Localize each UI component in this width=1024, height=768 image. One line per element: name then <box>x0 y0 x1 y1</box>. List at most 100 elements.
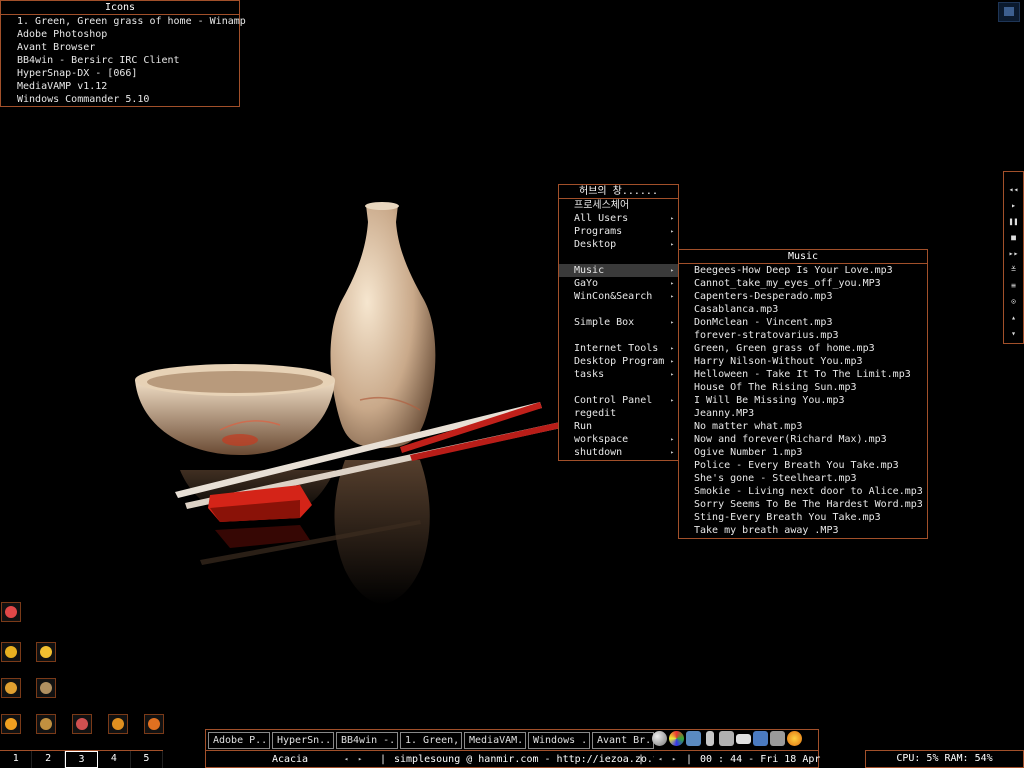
root-menu-item[interactable]: Programs ▸ <box>559 225 678 238</box>
music-track-item[interactable]: DonMclean - Vincent.mp3 <box>679 316 927 329</box>
workspace-button[interactable]: 4 <box>98 751 131 768</box>
root-menu-item[interactable]: tasks ▸ <box>559 368 678 381</box>
submenu-arrow-icon: ▸ <box>670 371 674 378</box>
music-track-item[interactable]: Police - Every Breath You Take.mp3 <box>679 459 927 472</box>
music-track-item[interactable]: Cannot_take_my_eyes_off_you.MP3 <box>679 277 927 290</box>
tools-icon[interactable] <box>36 678 56 698</box>
shuffle-button[interactable]: ⊙ <box>1004 294 1023 310</box>
next-window-arrow-icon[interactable]: ▸ <box>672 752 676 767</box>
stop-button[interactable]: ■ <box>1004 230 1023 246</box>
icons-panel-title: Icons <box>1 1 239 15</box>
music-track-item[interactable]: Jeanny.MP3 <box>679 407 927 420</box>
network-tray-icon[interactable] <box>753 731 768 746</box>
music-track-item[interactable]: Sorry Seems To Be The Hardest Word.mp3 <box>679 498 927 511</box>
taskbar-task-button[interactable]: 1. Green,... <box>400 732 462 749</box>
root-menu-item[interactable]: workspace ▸ <box>559 433 678 446</box>
taskbar-task-button[interactable]: BB4win -... <box>336 732 398 749</box>
folder-icon[interactable] <box>1 678 21 698</box>
root-menu-item[interactable]: Desktop Program ▸ <box>559 355 678 368</box>
clock: 00 : 44 - Fri 18 Apr <box>700 754 821 765</box>
workspace-button[interactable]: 1 <box>0 751 33 768</box>
taskbar-info-row: Acacia ◂ ▸ | simplesoung @ hanmir.com - … <box>206 750 821 767</box>
bomb-icon[interactable] <box>72 714 92 734</box>
root-menu-item[interactable]: All Users ▸ <box>559 212 678 225</box>
music-track-item[interactable]: She's gone - Steelheart.mp3 <box>679 472 927 485</box>
network-icon[interactable] <box>36 714 56 734</box>
root-menu-item[interactable]: GaYo ▸ <box>559 277 678 290</box>
submenu-arrow-icon: ▸ <box>670 345 674 352</box>
messenger-icon[interactable] <box>36 642 56 662</box>
root-menu-item[interactable]: Run <box>559 420 678 433</box>
music-track-item[interactable]: Capenters-Desperado.mp3 <box>679 290 927 303</box>
workspace-button[interactable]: 2 <box>32 751 65 768</box>
taskbar-task-button[interactable]: HyperSn... <box>272 732 334 749</box>
volume-up-button[interactable]: ▴ <box>1004 310 1023 326</box>
volume-down-button[interactable]: ▾ <box>1004 326 1023 342</box>
taskbar-task-button[interactable]: MediaVAM... <box>464 732 526 749</box>
pause-button[interactable]: ❚❚ <box>1004 214 1023 230</box>
root-menu-item-label: tasks <box>574 369 605 380</box>
root-menu-item-label: Simple Box <box>574 317 635 328</box>
mail-tray-icon[interactable] <box>736 734 751 744</box>
root-menu-item[interactable]: shutdown ▸ <box>559 446 678 459</box>
lightning-icon[interactable] <box>108 714 128 734</box>
icons-panel-item[interactable]: Windows Commander 5.10 <box>1 93 239 106</box>
prev-window-arrow-icon[interactable]: ◂ <box>658 752 662 767</box>
root-menu-item[interactable]: WinCon&Search ▸ <box>559 290 678 303</box>
music-track-item[interactable]: I Will Be Missing You.mp3 <box>679 394 927 407</box>
icons-panel-item[interactable]: HyperSnap-DX - [066] <box>1 67 239 80</box>
music-track-item[interactable]: Helloween - Take It To The Limit.mp3 <box>679 368 927 381</box>
workspace-button[interactable]: 3 <box>64 751 99 768</box>
icons-panel-item[interactable]: Adobe Photoshop <box>1 28 239 41</box>
music-track-item[interactable]: Casablanca.mp3 <box>679 303 927 316</box>
eject-button[interactable]: ≚ <box>1004 262 1023 278</box>
playlist-button[interactable]: ≡ <box>1004 278 1023 294</box>
msn-tray-icon[interactable] <box>669 731 684 746</box>
taskbar-task-button[interactable]: Avant Br... <box>592 732 654 749</box>
submenu-arrow-icon: ▸ <box>670 449 674 456</box>
root-menu-item[interactable]: Control Panel ▸ <box>559 394 678 407</box>
sun-tray-icon[interactable] <box>787 731 802 746</box>
sync-tray-icon[interactable] <box>719 731 734 746</box>
prev-workspace-arrow-icon[interactable]: ◂ <box>344 752 348 767</box>
music-track-item[interactable]: Sting-Every Breath You Take.mp3 <box>679 511 927 524</box>
icons-panel-item[interactable]: Avant Browser <box>1 41 239 54</box>
music-track-item[interactable]: Green, Green grass of home.mp3 <box>679 342 927 355</box>
music-track-item[interactable]: Harry Nilson-Without You.mp3 <box>679 355 927 368</box>
media-control-bar: ◂◂ ▸ ❚❚ ■ ▸▸ ≚ ≡ ⊙ ▴ ▾ <box>1003 171 1024 344</box>
next-workspace-arrow-icon[interactable]: ▸ <box>358 752 362 767</box>
taskbar-task-button[interactable]: Windows ... <box>528 732 590 749</box>
root-menu-item[interactable]: Internet Tools ▸ <box>559 342 678 355</box>
internet-explorer-icon[interactable] <box>1 714 21 734</box>
taskbar-task-button[interactable]: Adobe P... <box>208 732 270 749</box>
pin-tray-icon[interactable] <box>706 731 714 746</box>
root-menu-item[interactable]: Music ▸ <box>559 264 678 277</box>
play-button[interactable]: ▸ <box>1004 198 1023 214</box>
sphere-tray-icon[interactable] <box>652 731 667 746</box>
root-menu-item[interactable]: Simple Box ▸ <box>559 316 678 329</box>
music-track-item[interactable]: No matter what.mp3 <box>679 420 927 433</box>
rewind-button[interactable]: ◂◂ <box>1004 182 1023 198</box>
music-track-item[interactable]: Now and forever(Richard Max).mp3 <box>679 433 927 446</box>
tools-tray-icon[interactable] <box>686 731 701 746</box>
icons-panel-item[interactable]: BB4win - Bersirc IRC Client <box>1 54 239 67</box>
printer-tray-icon[interactable] <box>770 731 785 746</box>
music-track-item[interactable]: Take my breath away .MP3 <box>679 524 927 537</box>
bell-icon[interactable] <box>1 642 21 662</box>
music-track-item[interactable]: forever-stratovarius.mp3 <box>679 329 927 342</box>
fox-icon[interactable] <box>144 714 164 734</box>
icons-panel-item[interactable]: MediaVAMP v1.12 <box>1 80 239 93</box>
icons-panel-item[interactable]: 1. Green, Green grass of home - Winamp <box>1 15 246 28</box>
forward-button[interactable]: ▸▸ <box>1004 246 1023 262</box>
toolbar-toggle-icon[interactable] <box>998 2 1020 22</box>
root-menu-item[interactable]: 프로세스체어 <box>559 199 678 212</box>
root-menu-item[interactable]: Desktop ▸ <box>559 238 678 251</box>
workspace-button[interactable]: 5 <box>131 751 164 768</box>
cd-player-icon[interactable] <box>1 602 21 622</box>
submenu-arrow-icon: ▸ <box>670 280 674 287</box>
music-track-item[interactable]: House Of The Rising Sun.mp3 <box>679 381 927 394</box>
music-track-item[interactable]: Ogive Number 1.mp3 <box>679 446 927 459</box>
music-track-item[interactable]: Smokie - Living next door to Alice.mp3 <box>679 485 927 498</box>
root-menu-item[interactable]: regedit <box>559 407 678 420</box>
music-track-item[interactable]: Beegees-How Deep Is Your Love.mp3 <box>679 264 927 277</box>
